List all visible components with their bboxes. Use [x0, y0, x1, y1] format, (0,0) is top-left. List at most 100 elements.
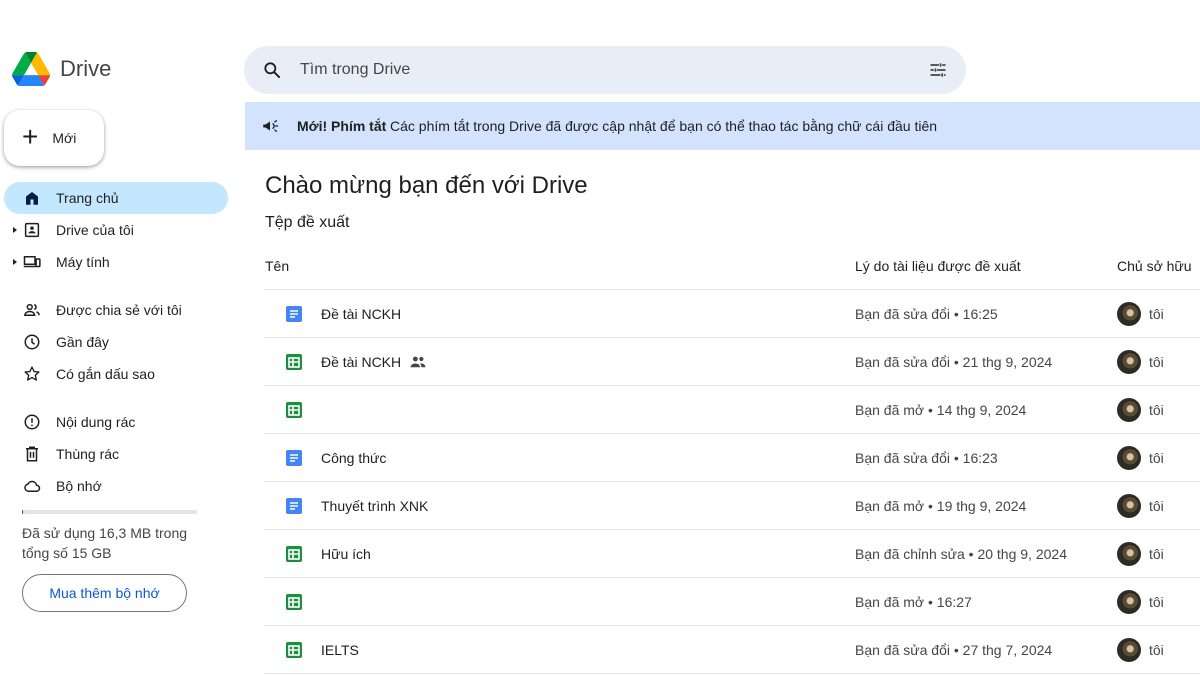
google-docs-icon	[286, 450, 302, 466]
suggestion-reason: Bạn đã sửa đổi • 21 thg 9, 2024	[855, 354, 1053, 370]
owner-avatar	[1117, 302, 1141, 326]
file-row[interactable]: Hữu ích Bạn đã chỉnh sửa • 20 thg 9, 2024…	[265, 530, 1200, 578]
file-name: Công thức	[321, 450, 387, 466]
file-list: Đề tài NCKH Bạn đã sửa đổi • 16:25 tôi Đề t…	[265, 290, 1200, 674]
buy-storage-button[interactable]: Mua thêm bộ nhớ	[22, 574, 187, 612]
file-row[interactable]: Thuyết trình XNK Bạn đã mở • 19 thg 9, 20…	[265, 482, 1200, 530]
cloud-icon	[24, 480, 41, 492]
google-sheets-icon	[286, 546, 302, 562]
banner-title: Mới! Phím tắt	[297, 118, 387, 134]
my-drive-icon	[24, 222, 40, 238]
sidebar-item-label: Được chia sẻ với tôi	[56, 302, 182, 318]
google-docs-icon	[286, 306, 302, 322]
owner-avatar	[1117, 638, 1141, 662]
suggestion-reason: Bạn đã sửa đổi • 16:23	[855, 450, 998, 466]
drive-logo-icon	[12, 52, 50, 86]
star-icon	[24, 366, 40, 381]
sidebar-item-home[interactable]: Trang chủ	[4, 182, 228, 214]
file-name: Hữu ích	[321, 546, 371, 562]
search-icon[interactable]	[262, 60, 282, 80]
banner-text: Các phím tắt trong Drive đã được cập nhậ…	[390, 118, 938, 134]
owner-avatar	[1117, 590, 1141, 614]
sidebar-item-computers[interactable]: Máy tính	[4, 246, 228, 278]
drive-logo[interactable]: Drive	[12, 52, 111, 86]
sidebar-item-starred[interactable]: Có gắn dấu sao	[4, 358, 228, 390]
owner-avatar	[1117, 494, 1141, 518]
column-header-owner: Chủ sở hữu	[1117, 258, 1192, 274]
google-sheets-icon	[286, 594, 302, 610]
sidebar-item-spam[interactable]: Nội dung rác	[4, 406, 228, 438]
owner-name: tôi	[1149, 498, 1164, 514]
suggestion-reason: Bạn đã sửa đổi • 27 thg 7, 2024	[855, 642, 1053, 658]
owner-name: tôi	[1149, 306, 1164, 322]
plus-icon: +	[22, 120, 39, 152]
owner-name: tôi	[1149, 402, 1164, 418]
file-row[interactable]: Đề tài NCKH Bạn đã sửa đổi • 21 thg 9, 20…	[265, 338, 1200, 386]
suggestion-reason: Bạn đã mở • 19 thg 9, 2024	[855, 498, 1027, 514]
spam-icon	[24, 414, 40, 430]
owner-name: tôi	[1149, 450, 1164, 466]
suggested-files-title: Tệp đề xuất	[265, 214, 350, 231]
column-header-name[interactable]: Tên	[265, 258, 289, 274]
sidebar-item-label: Có gắn dấu sao	[56, 366, 155, 382]
file-name: Đề tài NCKH	[321, 306, 402, 322]
sidebar-item-label: Nội dung rác	[56, 414, 136, 430]
sidebar-item-label: Bộ nhớ	[56, 478, 102, 494]
sidebar-item-label: Thùng rác	[56, 446, 120, 462]
sidebar-item-trash[interactable]: Thùng rác	[4, 438, 228, 470]
file-row[interactable]: Bạn đã mở • 14 thg 9, 2024 tôi	[265, 386, 1200, 434]
owner-avatar	[1117, 542, 1141, 566]
file-name: Đề tài NCKH	[321, 354, 402, 370]
owner-name: tôi	[1149, 642, 1164, 658]
google-docs-icon	[286, 498, 302, 514]
clock-icon	[24, 334, 40, 350]
caret-right-icon[interactable]	[13, 227, 17, 233]
drive-logo-text: Drive	[60, 56, 112, 81]
column-header-reason: Lý do tài liệu được đề xuất	[855, 258, 1021, 274]
owner-avatar	[1117, 350, 1141, 374]
shortcuts-banner: Mới! Phím tắt Các phím tắt trong Drive đ…	[245, 102, 1200, 150]
sidebar-item-label: Trang chủ	[56, 190, 119, 206]
sidebar-item-recent[interactable]: Gần đây	[4, 326, 228, 358]
megaphone-icon	[263, 120, 279, 132]
suggestion-reason: Bạn đã chỉnh sửa • 20 thg 9, 2024	[855, 546, 1067, 562]
page-title: Chào mừng bạn đến với Drive	[265, 172, 588, 199]
shared-people-icon	[24, 303, 40, 316]
google-sheets-icon	[286, 402, 302, 418]
sidebar-item-storage[interactable]: Bộ nhớ	[4, 470, 228, 502]
storage-usage-bar	[22, 510, 197, 514]
file-table-header: Tên Lý do tài liệu được đề xuất Chủ sở h…	[265, 242, 1200, 290]
new-button[interactable]: + Mới	[4, 110, 104, 166]
file-name: IELTS	[321, 642, 359, 658]
file-row[interactable]: Công thức Bạn đã sửa đổi • 16:23 tôi	[265, 434, 1200, 482]
sidebar-item-label: Gần đây	[56, 334, 109, 350]
computer-icon	[23, 256, 41, 268]
file-row[interactable]: IELTS Bạn đã sửa đổi • 27 thg 7, 2024 tôi	[265, 626, 1200, 674]
owner-name: tôi	[1149, 354, 1164, 370]
owner-avatar	[1117, 398, 1141, 422]
shared-people-icon	[409, 354, 427, 370]
sidebar-nav: Trang chủ Drive của tôi Máy tính Được ch…	[4, 182, 228, 502]
search-filter-icon[interactable]	[928, 60, 948, 80]
file-row[interactable]: Đề tài NCKH Bạn đã sửa đổi • 16:25 tôi	[265, 290, 1200, 338]
google-sheets-icon	[286, 354, 302, 370]
google-sheets-icon	[286, 642, 302, 658]
search-bar	[244, 46, 966, 94]
sidebar-item-shared[interactable]: Được chia sẻ với tôi	[4, 294, 228, 326]
trash-icon	[26, 446, 38, 462]
search-input[interactable]	[300, 58, 900, 82]
suggestion-reason: Bạn đã mở • 16:27	[855, 594, 972, 610]
owner-avatar	[1117, 446, 1141, 470]
sidebar-item-label: Drive của tôi	[56, 222, 134, 238]
suggestion-reason: Bạn đã sửa đổi • 16:25	[855, 306, 998, 322]
owner-name: tôi	[1149, 594, 1164, 610]
suggestion-reason: Bạn đã mở • 14 thg 9, 2024	[855, 402, 1027, 418]
new-button-label: Mới	[52, 130, 77, 146]
caret-right-icon[interactable]	[13, 259, 17, 265]
sidebar-item-label: Máy tính	[56, 254, 110, 270]
storage-usage-text: Đã sử dụng 16,3 MB trong tổng số 15 GB	[22, 525, 188, 561]
owner-name: tôi	[1149, 546, 1164, 562]
file-row[interactable]: Bạn đã mở • 16:27 tôi	[265, 578, 1200, 626]
file-name: Thuyết trình XNK	[321, 498, 429, 514]
sidebar-item-my-drive[interactable]: Drive của tôi	[4, 214, 228, 246]
